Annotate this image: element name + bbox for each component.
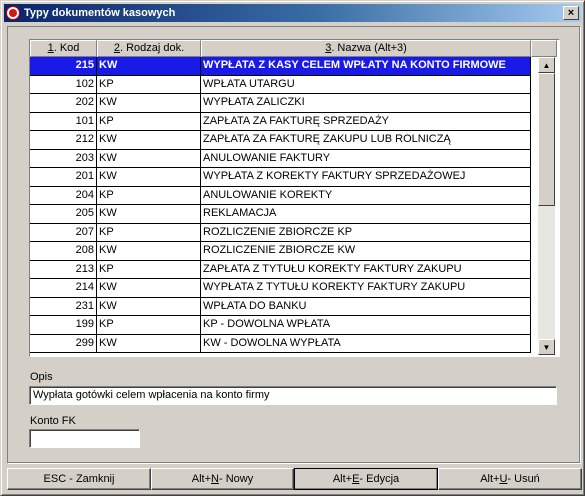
- cell-rodzaj: KP: [97, 186, 201, 205]
- table-row[interactable]: 199 KP KP - DOWOLNA WPŁATA: [30, 316, 531, 335]
- cell-kod: 208: [30, 242, 97, 261]
- cell-kod: 199: [30, 316, 97, 335]
- grid-header: 1. Kod 2. Rodzaj dok. 3. Nazwa (Alt+3): [30, 40, 559, 57]
- header-corner: [531, 40, 557, 57]
- cell-nazwa: KW - DOWOLNA WYPŁATA: [201, 334, 531, 353]
- cell-nazwa: ANULOWANIE KOREKTY: [201, 186, 531, 205]
- close-button[interactable]: ×: [563, 6, 579, 20]
- column-header-rodzaj[interactable]: 2. Rodzaj dok.: [97, 40, 201, 57]
- cell-kod: 214: [30, 279, 97, 298]
- vertical-scrollbar[interactable]: ▲ ▼: [538, 57, 555, 355]
- table-row[interactable]: 101 KP ZAPŁATA ZA FAKTURĘ SPRZEDAŻY: [30, 112, 531, 131]
- delete-button[interactable]: Alt+ U - Usuń: [438, 468, 582, 490]
- column-header-nazwa[interactable]: 3. Nazwa (Alt+3): [201, 40, 531, 57]
- edit-button[interactable]: Alt+ E - Edycja: [294, 468, 438, 490]
- cell-rodzaj: KW: [97, 279, 201, 298]
- table-row[interactable]: 207 KP ROZLICZENIE ZBIORCZE KP: [30, 223, 531, 242]
- grid-rows: 215 KW WYPŁATA Z KASY CELEM WPŁATY NA KONT…: [30, 57, 531, 353]
- new-button[interactable]: Alt+ N - Nowy: [151, 468, 294, 490]
- cell-rodzaj: KP: [97, 75, 201, 94]
- cell-nazwa: ROZLICZENIE ZBIORCZE KP: [201, 223, 531, 242]
- dialog-window: Typy dokumentów kasowych × 1. Kod 2. Rod…: [0, 0, 585, 496]
- table-row[interactable]: 215 KW WYPŁATA Z KASY CELEM WPŁATY NA KONT…: [30, 57, 531, 76]
- cell-nazwa: ZAPŁATA ZA FAKTURĘ SPRZEDAŻY: [201, 112, 531, 131]
- opis-label: Opis: [30, 371, 53, 383]
- esc-close-button[interactable]: ESC - Zamknij: [7, 468, 151, 490]
- cell-rodzaj: KW: [97, 242, 201, 261]
- table-row[interactable]: 205 KW REKLAMACJA: [30, 205, 531, 224]
- scroll-thumb[interactable]: [538, 73, 555, 206]
- table-row[interactable]: 202 KW WYPŁATA ZALICZKI: [30, 94, 531, 113]
- cell-kod: 102: [30, 75, 97, 94]
- cell-nazwa: WYPŁATA Z KOREKTY FAKTURY SPRZEDAŻOWEJ: [201, 168, 531, 187]
- column-header-kod[interactable]: 1. Kod: [30, 40, 97, 57]
- cell-rodzaj: KW: [97, 131, 201, 150]
- cell-kod: 205: [30, 205, 97, 224]
- cell-nazwa: REKLAMACJA: [201, 205, 531, 224]
- table-row[interactable]: 208 KW ROZLICZENIE ZBIORCZE KW: [30, 242, 531, 261]
- cell-nazwa: KP - DOWOLNA WPŁATA: [201, 316, 531, 335]
- table-row[interactable]: 203 KW ANULOWANIE FAKTURY: [30, 149, 531, 168]
- table-row[interactable]: 231 KW WPŁATA DO BANKU: [30, 297, 531, 316]
- cell-rodzaj: KP: [97, 316, 201, 335]
- cell-kod: 101: [30, 112, 97, 131]
- app-icon: [6, 6, 20, 20]
- table-row[interactable]: 299 KW KW - DOWOLNA WYPŁATA: [30, 334, 531, 353]
- cell-kod: 203: [30, 149, 97, 168]
- cell-rodzaj: KP: [97, 112, 201, 131]
- title-bar[interactable]: Typy dokumentów kasowych ×: [4, 4, 581, 22]
- cell-kod: 204: [30, 186, 97, 205]
- cell-rodzaj: KW: [97, 205, 201, 224]
- cell-kod: 201: [30, 168, 97, 187]
- table-row[interactable]: 214 KW WYPŁATA Z TYTUŁU KOREKTY FAKTURY ZA…: [30, 279, 531, 298]
- cell-nazwa: ZAPŁATA ZA FAKTURĘ ZAKUPU LUB ROLNICZĄ: [201, 131, 531, 150]
- cell-kod: 231: [30, 297, 97, 316]
- window-title: Typy dokumentów kasowych: [24, 7, 176, 19]
- opis-field[interactable]: Wypłata gotówki celem wpłacenia na konto…: [29, 386, 557, 405]
- cell-nazwa: ROZLICZENIE ZBIORCZE KW: [201, 242, 531, 261]
- cell-kod: 202: [30, 94, 97, 113]
- cell-rodzaj: KW: [97, 94, 201, 113]
- table-row[interactable]: 204 KP ANULOWANIE KOREKTY: [30, 186, 531, 205]
- cell-nazwa: WPŁATA UTARGU: [201, 75, 531, 94]
- cell-nazwa: WYPŁATA Z KASY CELEM WPŁATY NA KONTO FIR…: [201, 57, 531, 76]
- cell-rodzaj: KP: [97, 223, 201, 242]
- konto-fk-label: Konto FK: [30, 415, 76, 427]
- cell-nazwa: ZAPŁATA Z TYTUŁU KOREKTY FAKTURY ZAKUPU: [201, 260, 531, 279]
- cell-nazwa: ANULOWANIE FAKTURY: [201, 149, 531, 168]
- cell-kod: 299: [30, 334, 97, 353]
- cell-rodzaj: KW: [97, 57, 201, 76]
- cell-rodzaj: KW: [97, 334, 201, 353]
- cell-rodzaj: KW: [97, 297, 201, 316]
- cell-nazwa: WYPŁATA ZALICZKI: [201, 94, 531, 113]
- table-row[interactable]: 102 KP WPŁATA UTARGU: [30, 75, 531, 94]
- cell-kod: 212: [30, 131, 97, 150]
- table-row[interactable]: 201 KW WYPŁATA Z KOREKTY FAKTURY SPRZEDAŻO…: [30, 168, 531, 187]
- document-types-grid: 1. Kod 2. Rodzaj dok. 3. Nazwa (Alt+3) 2…: [29, 39, 560, 357]
- scroll-up-button[interactable]: ▲: [538, 57, 555, 73]
- table-row[interactable]: 213 KP ZAPŁATA Z TYTUŁU KOREKTY FAKTURY ZA…: [30, 260, 531, 279]
- cell-nazwa: WPŁATA DO BANKU: [201, 297, 531, 316]
- cell-rodzaj: KW: [97, 149, 201, 168]
- konto-fk-field[interactable]: [29, 429, 140, 448]
- scroll-down-button[interactable]: ▼: [538, 339, 555, 355]
- cell-nazwa: WYPŁATA Z TYTUŁU KOREKTY FAKTURY ZAKUPU: [201, 279, 531, 298]
- button-bar: ESC - Zamknij Alt+ N - Nowy Alt+ E - Edycj…: [7, 468, 582, 492]
- cell-kod: 207: [30, 223, 97, 242]
- cell-kod: 213: [30, 260, 97, 279]
- cell-rodzaj: KW: [97, 168, 201, 187]
- cell-rodzaj: KP: [97, 260, 201, 279]
- cell-kod: 215: [30, 57, 97, 76]
- table-row[interactable]: 212 KW ZAPŁATA ZA FAKTURĘ ZAKUPU LUB ROLNI…: [30, 131, 531, 150]
